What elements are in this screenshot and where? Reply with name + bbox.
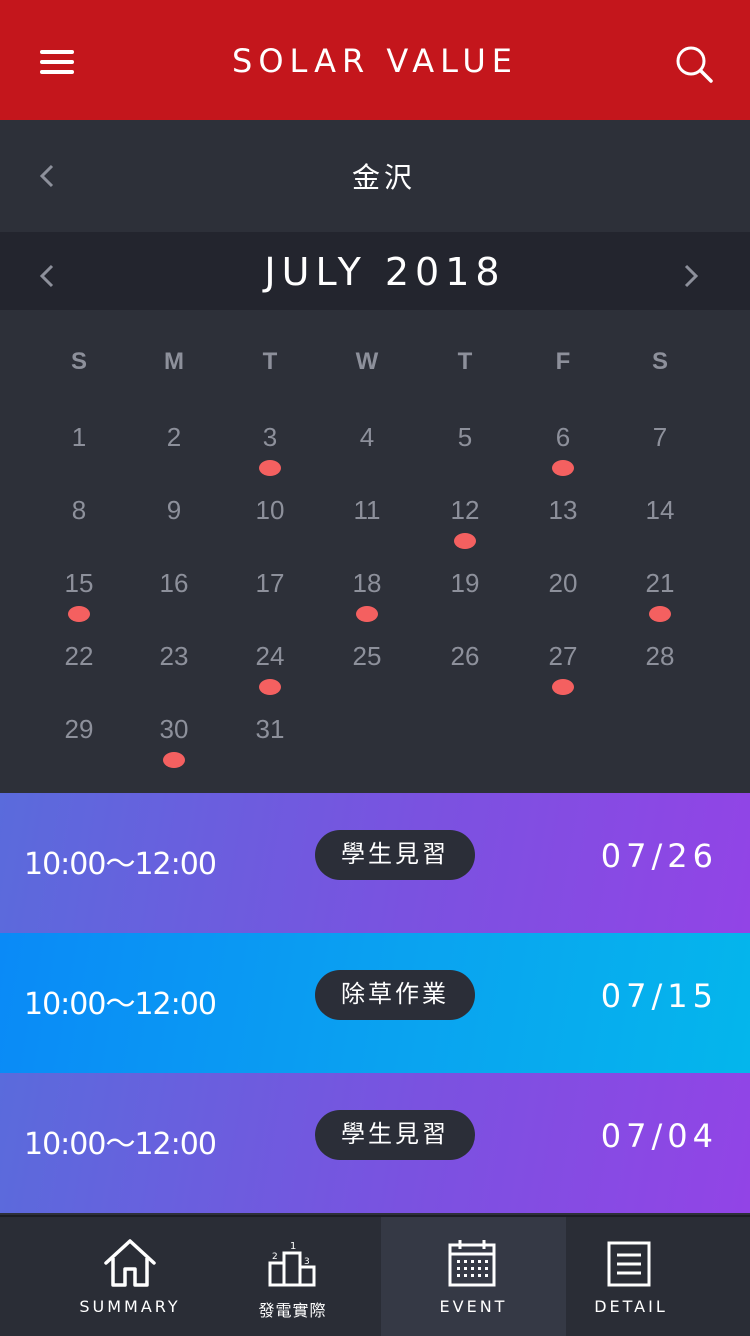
svg-text:2: 2 bbox=[272, 1252, 278, 1262]
weekday-label: T bbox=[457, 348, 473, 375]
home-icon bbox=[104, 1239, 156, 1287]
calendar-day[interactable]: 29 bbox=[49, 714, 109, 745]
app-title: SOLAR VALUE bbox=[232, 42, 518, 80]
calendar-day[interactable]: 5 bbox=[435, 422, 495, 453]
tab-detail-label: DETAIL bbox=[594, 1297, 668, 1316]
calendar-day[interactable]: 10 bbox=[240, 495, 300, 526]
calendar-day[interactable]: 22 bbox=[49, 641, 109, 672]
tab-detail[interactable]: DETAIL bbox=[566, 1217, 696, 1336]
event-time: 10:00〜12:00 bbox=[24, 847, 217, 882]
calendar-day[interactable]: 16 bbox=[144, 568, 204, 599]
event-marker-dot bbox=[68, 606, 90, 622]
calendar-day[interactable]: 15 bbox=[49, 568, 109, 599]
next-month-icon[interactable] bbox=[680, 260, 702, 292]
calendar-day[interactable]: 6 bbox=[533, 422, 593, 453]
event-date: 07/26 bbox=[600, 837, 718, 875]
event-row[interactable]: 10:00〜12:00 學生見習 07/04 bbox=[0, 1073, 750, 1213]
svg-text:3: 3 bbox=[304, 1257, 310, 1267]
tab-generation-label: 發電實際 bbox=[258, 1301, 327, 1320]
event-time: 10:00〜12:00 bbox=[24, 987, 217, 1022]
event-row[interactable]: 10:00〜12:00 學生見習 07/26 bbox=[0, 793, 750, 933]
calendar-day[interactable]: 20 bbox=[533, 568, 593, 599]
calendar-day[interactable]: 30 bbox=[144, 714, 204, 745]
calendar-day[interactable]: 13 bbox=[533, 495, 593, 526]
bottom-tab-bar: SUMMARY 1 2 3 發電實際 EVENT DETAIL bbox=[0, 1215, 750, 1336]
location-name: 金沢 bbox=[351, 161, 416, 194]
weekday-label: T bbox=[262, 348, 278, 375]
calendar-icon bbox=[448, 1240, 496, 1287]
event-tag: 除草作業 bbox=[315, 970, 475, 1020]
calendar-day[interactable]: 27 bbox=[533, 641, 593, 672]
calendar-day[interactable]: 26 bbox=[435, 641, 495, 672]
tab-event[interactable]: EVENT bbox=[381, 1217, 566, 1336]
event-marker-dot bbox=[163, 752, 185, 768]
calendar-day[interactable]: 25 bbox=[337, 641, 397, 672]
calendar-day[interactable]: 9 bbox=[144, 495, 204, 526]
tab-summary[interactable]: SUMMARY bbox=[40, 1217, 220, 1336]
tab-event-label: EVENT bbox=[439, 1297, 508, 1316]
calendar-day[interactable]: 18 bbox=[337, 568, 397, 599]
calendar-day[interactable]: 8 bbox=[49, 495, 109, 526]
month-label: JULY 2018 bbox=[264, 250, 506, 294]
event-marker-dot bbox=[356, 606, 378, 622]
calendar-day[interactable]: 11 bbox=[337, 495, 397, 526]
calendar-day[interactable]: 28 bbox=[630, 641, 690, 672]
event-marker-dot bbox=[649, 606, 671, 622]
podium-icon: 1 2 3 bbox=[268, 1241, 316, 1287]
weekday-label: S bbox=[70, 348, 87, 375]
calendar-day[interactable]: 14 bbox=[630, 495, 690, 526]
event-date: 07/04 bbox=[600, 1117, 718, 1155]
event-tag: 學生見習 bbox=[315, 830, 475, 880]
calendar-grid: S M T W T F S 1 2 3 4 5 6 7 8 9 10 11 12 13 14 15 16 17 18 19 20 21… bbox=[0, 310, 750, 793]
weekday-label: S bbox=[651, 348, 668, 375]
weekday-label: W bbox=[355, 348, 379, 375]
event-marker-dot bbox=[454, 533, 476, 549]
weekday-label: F bbox=[555, 348, 571, 375]
event-date: 07/15 bbox=[600, 977, 718, 1015]
calendar-day[interactable]: 31 bbox=[240, 714, 300, 745]
event-marker-dot bbox=[552, 460, 574, 476]
weekday-label: M bbox=[164, 348, 184, 375]
calendar-day[interactable]: 23 bbox=[144, 641, 204, 672]
event-tag: 學生見習 bbox=[315, 1110, 475, 1160]
calendar-day[interactable]: 4 bbox=[337, 422, 397, 453]
calendar-day[interactable]: 21 bbox=[630, 568, 690, 599]
calendar-day[interactable]: 19 bbox=[435, 568, 495, 599]
search-icon[interactable] bbox=[674, 44, 714, 84]
document-icon bbox=[607, 1241, 651, 1287]
calendar-day[interactable]: 1 bbox=[49, 422, 109, 453]
calendar-day[interactable]: 3 bbox=[240, 422, 300, 453]
event-marker-dot bbox=[259, 679, 281, 695]
event-marker-dot bbox=[259, 460, 281, 476]
tab-summary-label: SUMMARY bbox=[79, 1297, 181, 1316]
event-marker-dot bbox=[552, 679, 574, 695]
calendar-day[interactable]: 7 bbox=[630, 422, 690, 453]
event-time: 10:00〜12:00 bbox=[24, 1127, 217, 1162]
event-row[interactable]: 10:00〜12:00 除草作業 07/15 bbox=[0, 933, 750, 1073]
svg-text:1: 1 bbox=[290, 1241, 296, 1252]
app-header: SOLAR VALUE bbox=[0, 0, 750, 120]
calendar-day[interactable]: 2 bbox=[144, 422, 204, 453]
calendar-day[interactable]: 17 bbox=[240, 568, 300, 599]
calendar-day[interactable]: 12 bbox=[435, 495, 495, 526]
tab-generation[interactable]: 1 2 3 發電實際 bbox=[220, 1217, 365, 1336]
calendar-day[interactable]: 24 bbox=[240, 641, 300, 672]
